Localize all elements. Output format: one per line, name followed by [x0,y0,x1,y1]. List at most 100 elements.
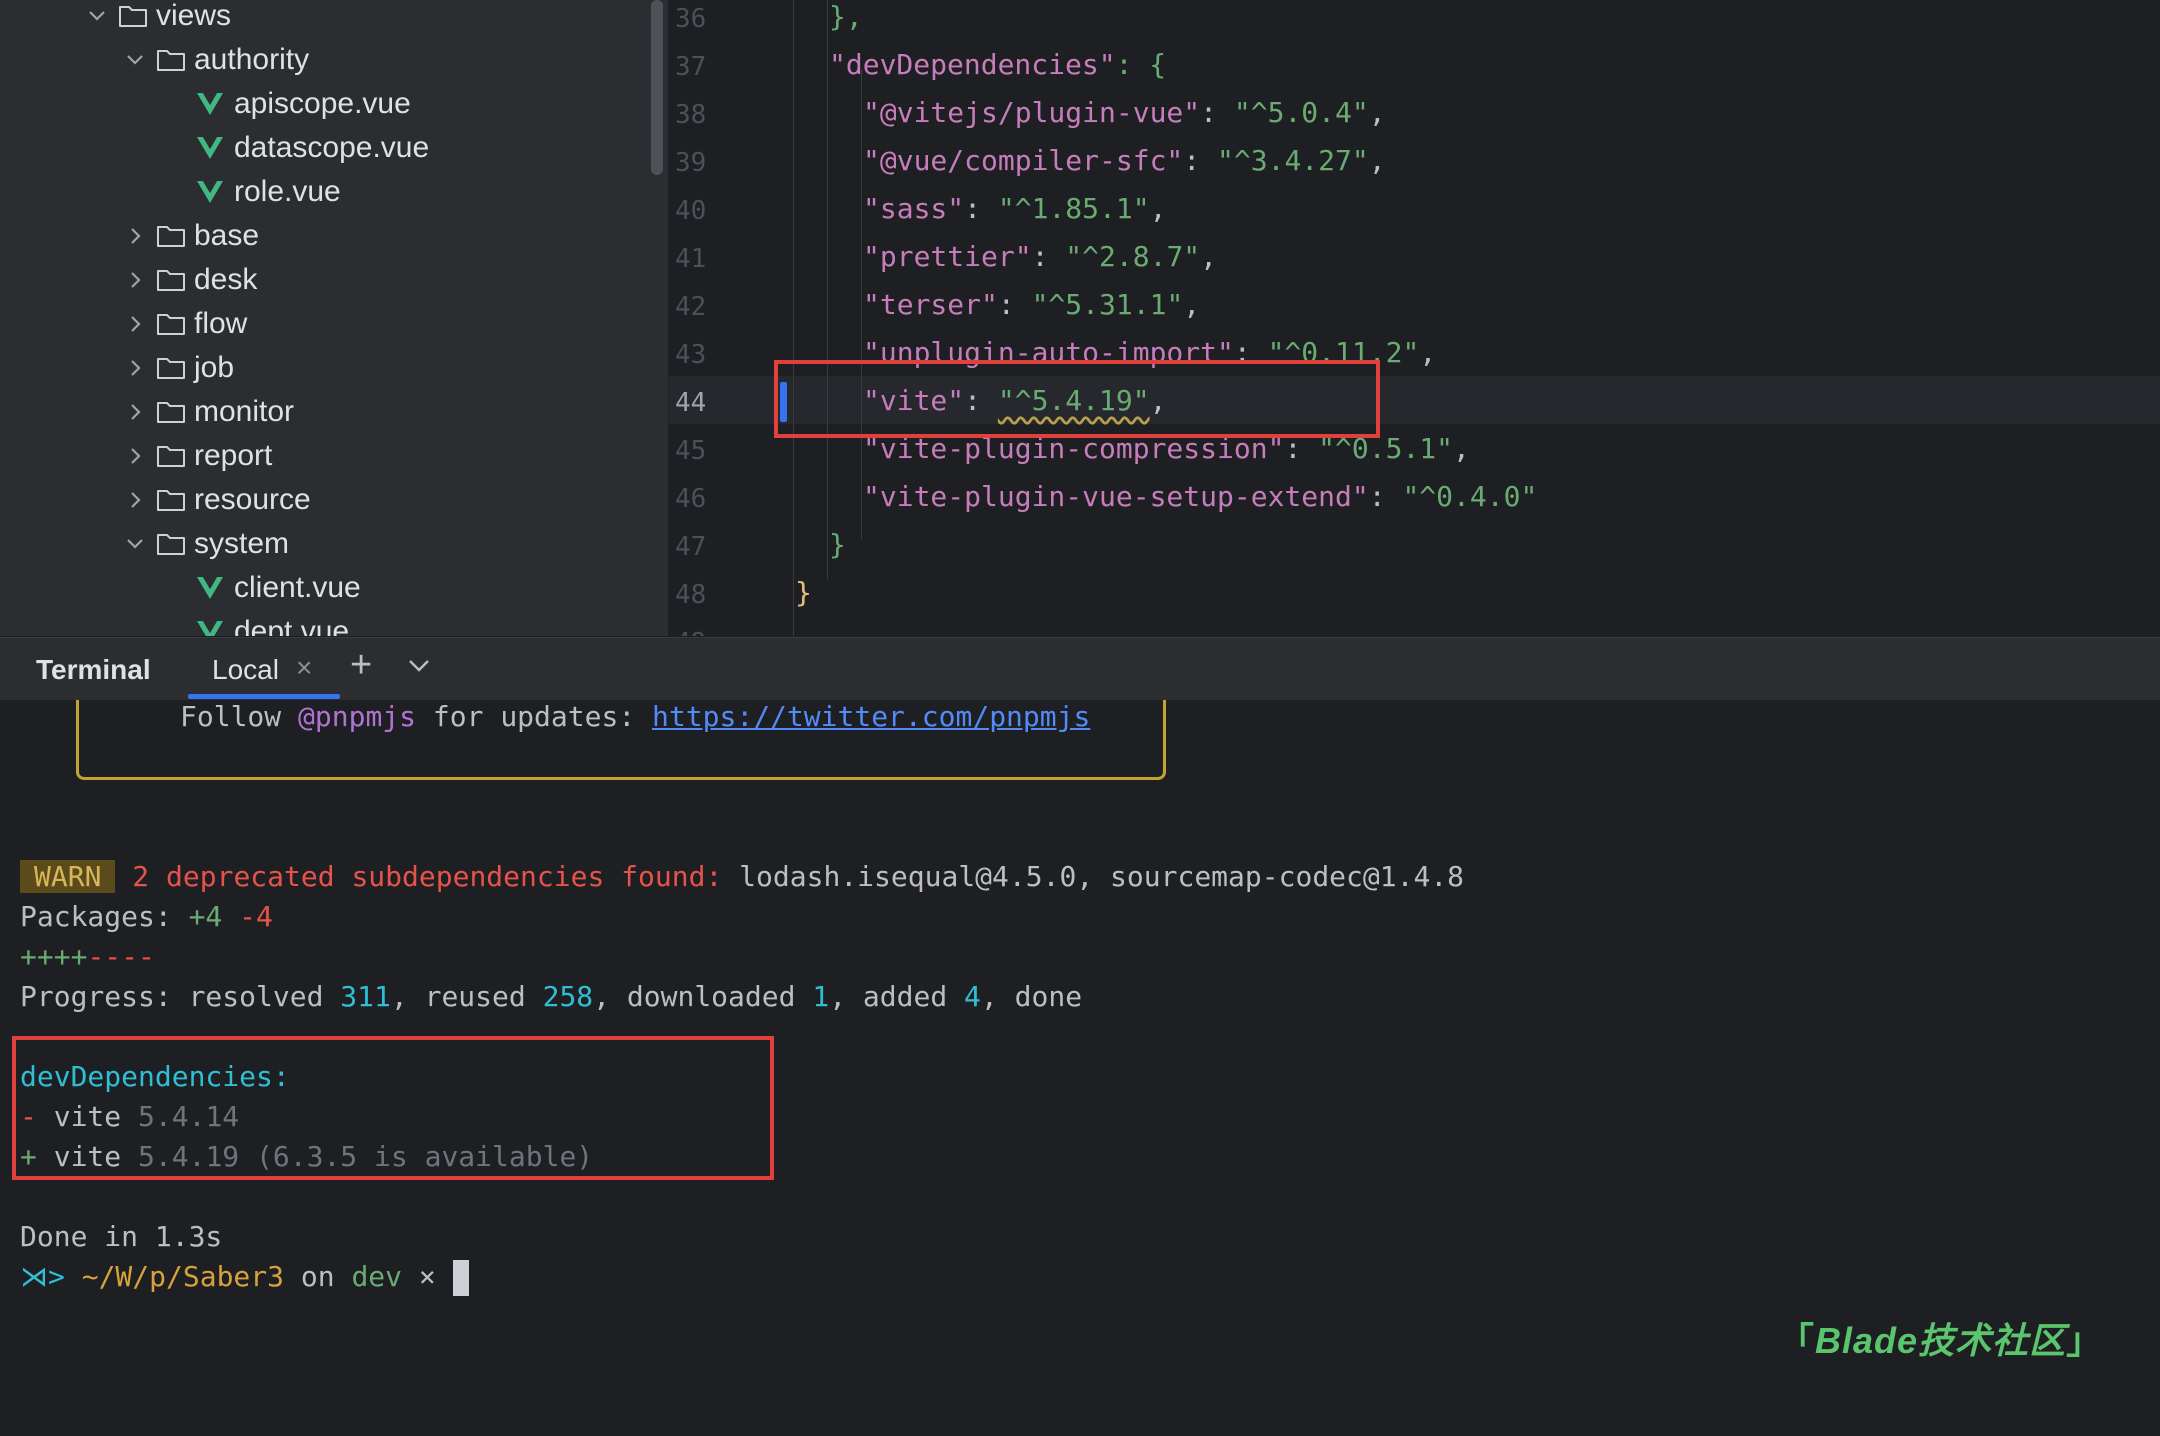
line-number: 36 [675,4,707,34]
code-line-dependency: "terser": "^5.31.1", [863,288,1201,321]
folder-icon [156,47,186,73]
tree-item-base[interactable]: base [122,214,259,258]
tree-item-role-vue[interactable]: role.vue [196,170,341,214]
tree-item-label: apiscope.vue [234,87,411,120]
code-line-dependency: "@vitejs/plugin-vue": "^5.0.4", [863,96,1386,129]
tree-item-desk[interactable]: desk [122,258,257,302]
tree-scrollbar[interactable] [651,0,663,175]
indent-guide [861,70,862,540]
chevron-down-icon[interactable] [122,47,148,73]
line-number: 49 [673,628,795,636]
folder-icon [156,267,186,293]
close-icon[interactable]: × [296,652,312,684]
vue-file-icon [196,179,224,205]
vue-file-icon [196,575,224,601]
vue-file-icon [196,619,224,636]
progress-line: Progress: resolved 311, reused 258, down… [20,980,1083,1013]
folder-icon [156,355,186,381]
tree-item-label: job [194,351,235,384]
line-number: 40 [675,196,707,226]
terminal-cursor [452,1260,469,1296]
chevron-right-icon[interactable] [122,223,148,249]
tree-item-label: views [156,0,232,32]
vite-version-highlight-box [774,360,1380,438]
tree-item-dept-vue[interactable]: dept.vue [196,610,349,636]
prompt-symbol: ⋊> [20,1260,65,1293]
tree-item-label: report [194,439,273,472]
chevron-right-icon[interactable] [122,355,148,381]
tree-item-label: monitor [194,395,295,428]
folder-icon [156,311,186,337]
chevron-right-icon[interactable] [122,399,148,425]
devdeps-highlight-box [12,1036,774,1180]
tree-item-label: resource [194,483,311,516]
new-tab-button[interactable]: + [350,646,372,684]
code-line-dependency: "vite-plugin-vue-setup-extend": "^0.4.0" [863,480,1538,513]
tree-item-label: authority [194,43,310,76]
code-line-47: } [829,528,846,561]
tree-item-label: system [194,527,290,560]
twitter-link[interactable]: https://twitter.com/pnpmjs [652,700,1090,733]
tree-item-apiscope-vue[interactable]: apiscope.vue [196,82,411,126]
folder-icon [156,443,186,469]
code-line-48: } [795,576,812,609]
code-line-36: }, [829,0,863,33]
chevron-down-icon[interactable] [84,3,110,29]
code-line-dependency: "prettier": "^2.8.7", [863,240,1218,273]
chevron-right-icon[interactable] [122,487,148,513]
watermark: 「Blade技术社区」 [1778,1320,2104,1361]
tree-item-job[interactable]: job [122,346,234,390]
line-number: 48 [675,580,707,610]
tree-item-datascope-vue[interactable]: datascope.vue [196,126,429,170]
tree-item-flow[interactable]: flow [122,302,247,346]
tree-item-client-vue[interactable]: client.vue [196,566,361,610]
tab-local[interactable]: Local × [188,638,340,700]
tree-item-report[interactable]: report [122,434,272,478]
line-number: 39 [675,148,707,178]
chevron-down-icon[interactable] [404,650,434,680]
tree-item-authority[interactable]: authority [122,38,309,82]
tree-item-views[interactable]: views [84,0,231,38]
folder-icon [156,487,186,513]
line-number: 41 [675,244,707,274]
tree-item-label: flow [194,307,248,340]
tree-item-label: datascope.vue [234,131,430,164]
tree-item-label: dept.vue [234,615,350,636]
line-number: 38 [675,100,707,130]
tree-item-system[interactable]: system [122,522,289,566]
terminal-tab-bar: Terminal Local × + [0,637,2160,700]
tree-item-resource[interactable]: resource [122,478,311,522]
follow-line: Follow @pnpmjs for updates: https://twit… [180,700,1091,733]
tree-item-monitor[interactable]: monitor [122,390,294,434]
line-number: 42 [675,292,707,322]
chevron-right-icon[interactable] [122,443,148,469]
tree-item-label: client.vue [234,571,361,604]
warn-line: WARN 2 deprecated subdependencies found:… [20,860,1464,893]
chevron-right-icon[interactable] [122,267,148,293]
done-line: Done in 1.3s [20,1220,223,1253]
prompt-line[interactable]: ⋊> ~/W/p/Saber3 on dev × [20,1260,469,1296]
code-line-dependency: "sass": "^1.85.1", [863,192,1167,225]
code-line-37: "devDependencies": { [829,48,1167,81]
tab-local-label: Local [212,654,279,685]
indent-guide [827,0,828,580]
folder-icon [156,223,186,249]
tree-item-label: desk [194,263,258,296]
terminal-title: Terminal [36,654,151,685]
folder-icon [156,531,186,557]
line-number: 47 [675,532,707,562]
folder-icon [118,3,148,29]
chevron-right-icon[interactable] [122,311,148,337]
line-number: 37 [675,52,707,82]
packages-line: Packages: +4 -4 [20,900,273,933]
chevron-down-icon[interactable] [122,531,148,557]
code-editor[interactable]: 3637383940414243444546474849 }, "devDepe… [669,0,2160,636]
active-tab-indicator [188,694,340,699]
tree-item-label: base [194,219,260,252]
tree-item-label: role.vue [234,175,341,208]
warn-badge: WARN [20,860,116,893]
vue-file-icon [196,91,224,117]
project-tree: views authority apiscope.vue datascope.vue r… [0,0,669,636]
vue-file-icon [196,135,224,161]
line-number: 45 [675,436,707,466]
